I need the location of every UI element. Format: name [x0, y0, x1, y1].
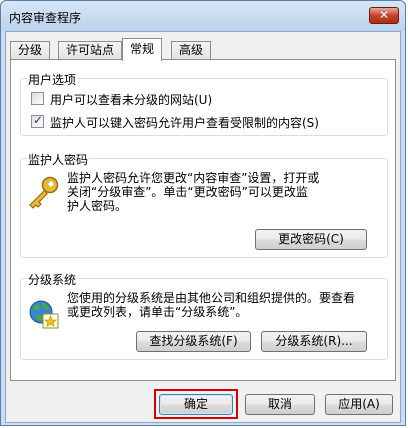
rating-systems-desc-line2: 或更改列表，请单击“分级系统”。 — [67, 305, 248, 319]
rating-systems-group: 分级系统 您使用的分级系统是由其他公司和组织提供的。要查看 或更改列表，请单击“… — [20, 271, 388, 360]
user-options-group: 用户选项 用户可以查看未分级的网站(U) 监护人可以键入密码允许用户查看受限制的… — [20, 71, 388, 136]
supervisor-password-legend: 监护人密码 — [27, 151, 90, 168]
find-rating-systems-button[interactable]: 查找分级系统(F) — [136, 331, 251, 352]
supervisor-password-desc-line3: 护人密码。 — [67, 199, 128, 213]
rating-systems-legend: 分级系统 — [27, 271, 78, 288]
tab-ratings[interactable]: 分级 — [10, 41, 51, 60]
tab-advanced[interactable]: 高级 — [171, 41, 212, 60]
supervisor-password-desc-line1: 监护人密码允许您更改“内容审查”设置，打开或 — [67, 171, 320, 185]
supervisor-override-label[interactable]: 监护人可以键入密码允许用户查看受限制的内容(S) — [50, 114, 319, 131]
rating-systems-desc-line1: 您使用的分级系统是由其他公司和组织提供的。要查看 — [67, 291, 356, 305]
general-tab-panel: 用户选项 用户可以查看未分级的网站(U) 监护人可以键入密码允许用户查看受限制的… — [10, 59, 396, 381]
supervisor-password-desc-line2: 关闭“分级审查”。单击“更改密码”可以更改监 — [67, 185, 308, 199]
tab-approved-sites[interactable]: 许可站点 — [58, 41, 123, 60]
allow-unrated-label[interactable]: 用户可以查看未分级的网站(U) — [50, 91, 212, 108]
tab-general[interactable]: 常规 — [122, 38, 163, 61]
supervisor-password-group: 监护人密码 监护人密码允许您更改“内容审查”设置，打开或 关闭“分级审查”。单击… — [20, 151, 388, 258]
window-title: 内容审查程序 — [9, 11, 82, 25]
globe-certificate-icon — [29, 300, 59, 329]
key-icon — [29, 176, 59, 209]
title-bar[interactable]: 内容审查程序 ✕ — [1, 1, 405, 31]
change-password-button[interactable]: 更改密码(C) — [255, 229, 367, 250]
user-options-legend: 用户选项 — [27, 71, 78, 88]
close-button[interactable]: ✕ — [369, 7, 399, 24]
content-advisor-dialog: 内容审查程序 ✕ 分级 许可站点 常规 高级 用户选项 用户可以查看未分级的网站… — [0, 0, 406, 426]
rating-systems-button[interactable]: 分级系统(R)... — [261, 331, 367, 352]
ok-button[interactable]: 确定 — [159, 394, 233, 415]
dialog-client-area: 分级 许可站点 常规 高级 用户选项 用户可以查看未分级的网站(U) 监护人可以… — [5, 31, 401, 423]
cancel-button[interactable]: 取消 — [245, 394, 315, 415]
supervisor-override-checkbox[interactable] — [31, 113, 44, 128]
allow-unrated-checkbox[interactable] — [31, 92, 44, 105]
apply-button[interactable]: 应用(A) — [325, 394, 393, 415]
